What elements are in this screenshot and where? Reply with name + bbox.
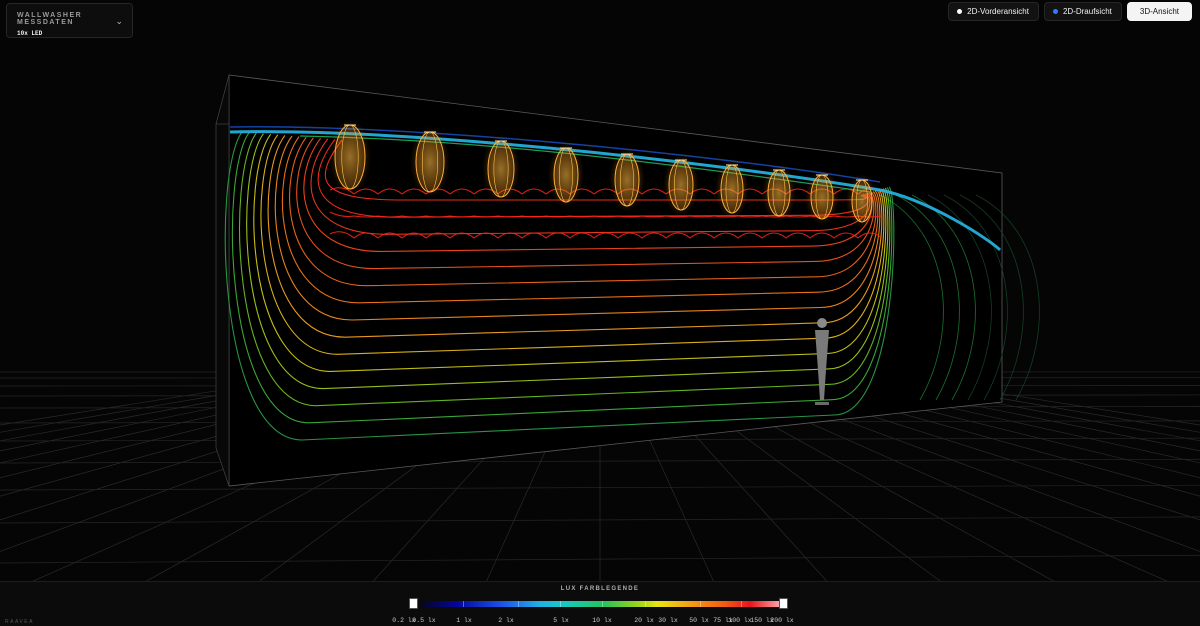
scale-tick	[741, 601, 742, 607]
brand-watermark: RAAVEA	[5, 619, 34, 625]
luminaire-photometric-body	[614, 153, 640, 207]
dataset-subtitle: 10x LED	[17, 30, 43, 37]
luminaire-photometric-body	[767, 169, 791, 217]
tab-2d-front-view[interactable]: 2D-Vorderansicht	[948, 2, 1039, 21]
luminaire-photometric-body	[415, 131, 445, 193]
luminaire-photometric-body	[851, 179, 873, 223]
scale-tick	[518, 601, 519, 607]
3d-viewport[interactable]	[0, 0, 1200, 581]
legend-color-scale	[421, 601, 779, 607]
tick-label-10: 10 lx	[592, 617, 612, 624]
legend-max-handle[interactable]	[779, 598, 788, 609]
figure-head	[817, 318, 827, 328]
legend-min-handle[interactable]	[409, 598, 418, 609]
luminaire-photometric-body	[553, 147, 579, 203]
tick-label-2: 2 lx	[498, 617, 514, 624]
scale-tick	[463, 601, 464, 607]
scene-canvas[interactable]	[0, 0, 1200, 581]
scale-tick	[602, 601, 603, 607]
dataset-title: WALLWASHER MESSDATEN	[17, 12, 83, 26]
tab-label: 2D-Draufsicht	[1062, 7, 1112, 16]
legend-title: LUX FARBLEGENDE	[560, 586, 640, 592]
tick-label-50: 50 lx	[689, 617, 709, 624]
lux-legend-panel: LUX FARBLEGENDE 0.2 lx 0.5 lx 1 lx 2 lx …	[0, 581, 1200, 626]
dataset-dropdown[interactable]: WALLWASHER MESSDATEN 10x LED ⌄	[6, 3, 133, 38]
chevron-down-icon: ⌄	[115, 16, 123, 26]
luminaire-photometric-body	[487, 140, 515, 198]
luminaire-photometric-body	[334, 124, 366, 190]
top-view-dot-icon	[1052, 9, 1058, 14]
scale-tick	[645, 601, 646, 607]
tick-label-200: 200 lx	[770, 617, 794, 624]
front-view-dot-icon	[957, 9, 963, 14]
luminaire-photometric-body	[720, 164, 744, 214]
tab-2d-top-view[interactable]: 2D-Draufsicht	[1043, 2, 1122, 21]
tick-label-100: 100 lx	[728, 617, 752, 624]
tab-label: 3D-Ansicht	[1139, 7, 1179, 16]
scale-tick	[700, 601, 701, 607]
tick-label-0-5: 0.5 lx	[412, 617, 436, 624]
tick-label-5: 5 lx	[553, 617, 569, 624]
tab-label: 2D-Vorderansicht	[967, 7, 1029, 16]
scale-tick	[560, 601, 561, 607]
tick-label-20: 20 lx	[634, 617, 654, 624]
luminaire-photometric-body	[668, 159, 694, 211]
figure-base	[815, 402, 829, 405]
tick-label-1: 1 lx	[456, 617, 472, 624]
luminaire-photometric-body	[810, 174, 834, 220]
view-switcher: 2D-Vorderansicht 2D-Draufsicht 3D-Ansich…	[948, 2, 1192, 21]
tab-3d-view[interactable]: 3D-Ansicht	[1126, 2, 1192, 21]
tick-label-30: 30 lx	[658, 617, 678, 624]
